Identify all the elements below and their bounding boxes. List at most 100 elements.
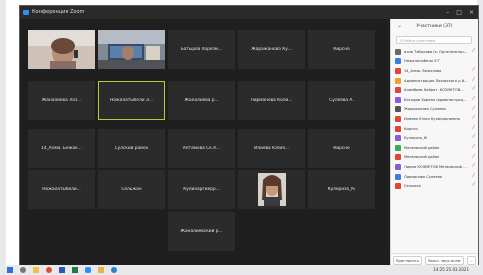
muted-mic-icon[interactable]: ⁄: [473, 164, 474, 169]
muted-mic-icon[interactable]: ⁄: [473, 135, 474, 140]
muted-mic-icon[interactable]: ⁄: [473, 144, 474, 150]
participant-name: Сельжан: [121, 187, 142, 192]
participant-row-name: Алимбаев Кайрат. КОЗМЕТОВ...: [404, 88, 464, 93]
clock[interactable]: 14:25 25.03.2021: [433, 267, 469, 272]
participant-row[interactable]: алла Табысова (к. Организатор, я) ⁄: [395, 47, 475, 57]
participant-tile-17[interactable]: Сельжан: [98, 170, 165, 209]
participant-row-name: алла Табысова (к. Организатор, я): [404, 49, 468, 54]
participant-video-19: [238, 170, 305, 209]
participant-row[interactable]: Батыров Хорезм (администрац... ⁄: [395, 95, 475, 105]
participant-row[interactable]: Кулериза_Кі ⁄: [395, 133, 475, 143]
avatar: [395, 58, 401, 65]
participant-tile-13[interactable]: Аптамова Ск.А...: [168, 129, 235, 168]
participant-tile-18[interactable]: Кулинаргиерр...: [168, 170, 235, 209]
participant-tile-3[interactable]: Батыров Хорезм...: [168, 30, 235, 69]
excel-icon[interactable]: [72, 267, 78, 273]
participant-name: Лирманова Коли...: [250, 98, 293, 103]
participant-row-name: Кулериза_Кі: [404, 136, 428, 141]
word-icon[interactable]: [59, 267, 65, 273]
avatar: [395, 67, 401, 74]
participant-name: Илиева Юлия...: [254, 146, 289, 151]
avatar: [395, 135, 401, 142]
participant-tile-11[interactable]: 14_Алма. Бежак...: [28, 129, 95, 168]
participant-row-name: Лирманова Сулеева: [404, 174, 442, 179]
participant-row[interactable]: 14_Алма. Бежалова ⁄: [395, 66, 475, 76]
windows-icon[interactable]: [7, 267, 13, 273]
participant-tile-5[interactable]: Кирсно: [308, 30, 375, 69]
participant-row[interactable]: Мелехвский район ⁄: [395, 153, 475, 163]
minimize-icon[interactable]: –: [446, 6, 449, 19]
gallery-view: Батыров Хорезм... Жаражанова Ку... Кирсн…: [20, 19, 390, 266]
muted-mic-icon[interactable]: ⁄: [473, 68, 474, 73]
avatar: [395, 115, 401, 122]
video-tile-1[interactable]: [28, 30, 95, 69]
participant-list: алла Табысова (к. Организатор, я) ⁄ Нажала…: [395, 47, 475, 191]
participant-tile-8[interactable]: Жаналиева р...: [168, 81, 235, 120]
video-tile-19[interactable]: [238, 170, 305, 209]
participant-tile-4[interactable]: Жаражанова Ку...: [238, 30, 305, 69]
participant-row[interactable]: Алимбаев Кайрат. КОЗМЕТОВ... ⁄: [395, 85, 475, 95]
participant-row[interactable]: Илиева Юлия Кулинаргиевна ⁄: [395, 114, 475, 124]
participant-row[interactable]: Сельжан ⁄: [395, 181, 475, 191]
edge-icon[interactable]: [111, 267, 117, 273]
participant-row[interactable]: Мелехвский район ⁄: [395, 143, 475, 153]
zoom-icon[interactable]: [85, 267, 91, 273]
muted-mic-icon[interactable]: ⁄: [473, 96, 474, 102]
participant-row[interactable]: Администрация Лоховского р-й... ⁄: [395, 76, 475, 86]
muted-mic-icon[interactable]: ⁄: [473, 173, 474, 179]
participant-tile-12[interactable]: Сулский район: [98, 129, 165, 168]
title-bar: Конференция Zoom – □ ×: [20, 6, 478, 19]
chrome-icon[interactable]: [46, 267, 52, 273]
participants-panel: ⌄ Участники (37) Q Найти участника алла …: [390, 19, 478, 266]
participant-name: Жаналиевский р...: [180, 229, 223, 234]
muted-mic-icon[interactable]: ⁄: [473, 154, 474, 160]
participants-header: ⌄ Участники (37): [391, 19, 478, 33]
muted-mic-icon[interactable]: ⁄: [473, 116, 474, 121]
invite-button[interactable]: Пригласить: [392, 255, 423, 265]
avatar: [395, 144, 401, 151]
maximize-icon[interactable]: □: [456, 6, 462, 19]
muted-mic-icon[interactable]: ⁄: [473, 125, 474, 131]
avatar: [395, 96, 401, 103]
folder-icon[interactable]: [98, 267, 104, 273]
muted-mic-icon[interactable]: ⁄: [473, 183, 474, 188]
participant-row[interactable]: Лирманова Сулеева ⁄: [395, 172, 475, 182]
participant-name: Жаражанова Ку...: [251, 47, 292, 52]
participant-name: Нажалатыбели...: [42, 187, 81, 192]
participant-row-name: Мелехвский район: [404, 145, 440, 150]
participant-name: Кулинаргиерр...: [183, 187, 220, 192]
muted-mic-icon[interactable]: ⁄: [473, 49, 474, 54]
participant-tile-21[interactable]: Жаналиевский р...: [168, 212, 235, 251]
file-explorer-icon[interactable]: [33, 267, 39, 273]
close-icon[interactable]: ×: [469, 6, 474, 19]
collapse-panel-icon[interactable]: ⌄: [397, 22, 402, 29]
participant-tile-9[interactable]: Лирманова Коли...: [238, 81, 305, 120]
more-options-button[interactable]: ...: [466, 255, 477, 265]
window-controls: – □ ×: [446, 6, 474, 19]
video-tile-2[interactable]: [98, 30, 165, 69]
participant-row[interactable]: Нажалатыбели Э.Т: [395, 57, 475, 67]
participant-tile-16[interactable]: Нажалатыбели...: [28, 170, 95, 209]
mute-all-button[interactable]: Выкл. звук всем: [425, 255, 464, 265]
participant-tile-6[interactable]: Жаналиева Лаз...: [28, 81, 95, 120]
muted-mic-icon[interactable]: ⁄: [473, 77, 474, 83]
participant-row[interactable]: Кирсно ⁄: [395, 124, 475, 134]
participant-search-input[interactable]: Q Найти участника: [396, 36, 472, 44]
participant-tile-10[interactable]: Сулеева А.: [308, 81, 375, 120]
avatar: [395, 154, 401, 161]
participant-tile-20[interactable]: Кулериза_Кі: [308, 170, 375, 209]
participant-name: Жаналиева р...: [184, 98, 219, 103]
participant-tile-14[interactable]: Илиева Юлия...: [238, 129, 305, 168]
participant-row[interactable]: Жаражанова Сулеева ⁄: [395, 105, 475, 115]
participant-video-2: [98, 30, 165, 69]
participant-name: Сулеева А.: [329, 98, 354, 103]
search-icon[interactable]: [20, 267, 26, 273]
taskbar: 14:25 25.03.2021: [0, 265, 483, 275]
participant-row-name: Илиева Юлия Кулинаргиевна: [404, 116, 461, 121]
muted-mic-icon[interactable]: ⁄: [473, 87, 474, 92]
participant-tile-15[interactable]: Кирсно: [308, 129, 375, 168]
participant-row[interactable]: Лирма КОЗМЕТОВ Мелехвский район ⁄: [395, 162, 475, 172]
muted-mic-icon[interactable]: ⁄: [473, 106, 474, 112]
zoom-window: Конференция Zoom – □ × Батыров Хорезм...…: [19, 5, 479, 266]
participant-tile-active-speaker[interactable]: Нажалатыбели Э...: [98, 81, 165, 120]
